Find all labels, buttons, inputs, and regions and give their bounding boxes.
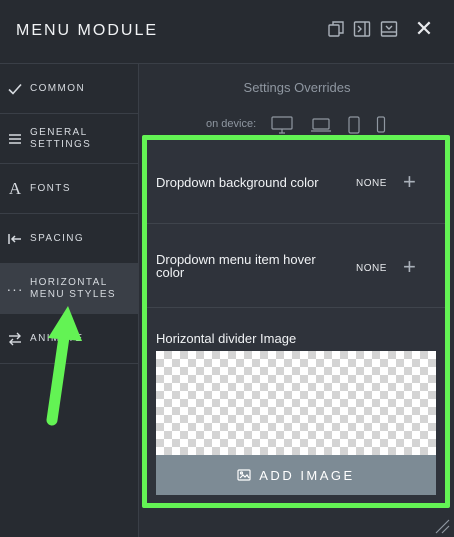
setting-label: Dropdown menu item hover color [156,252,316,280]
laptop-icon[interactable] [310,116,332,134]
dock-icon[interactable] [380,20,398,38]
sidebar-item-label: SPACING [30,232,85,244]
setting-label: Dropdown background color [156,175,319,190]
plus-icon[interactable]: + [403,171,416,193]
device-selector: on device: [140,116,454,134]
sidebar-item-label: HORIZONTAL MENU STYLES [30,276,116,300]
add-image-button[interactable]: ADD IMAGE [156,455,436,495]
module-header: MENU MODULE ✕ [0,0,454,64]
add-image-label: ADD IMAGE [259,467,355,483]
image-preview[interactable]: ADD IMAGE [156,351,436,495]
hamburger-icon [6,130,24,148]
desktop-icon[interactable] [270,116,294,134]
image-icon [237,469,251,481]
resize-handle-icon[interactable] [432,516,450,534]
close-icon[interactable]: ✕ [414,18,434,40]
sidebar-item-label: GENERAL SETTINGS [30,126,92,150]
dots-icon: ··· [6,280,24,297]
divider-image-label: Horizontal divider Image [156,331,297,346]
sidebar-item-fonts[interactable]: A FONTS [0,164,139,214]
settings-sidebar: COMMON GENERAL SETTINGS A FONTS SPACING … [0,64,139,537]
sidebar-item-common[interactable]: COMMON [0,64,139,114]
sidebar-item-horizontal-menu-styles[interactable]: ··· HORIZONTAL MENU STYLES [0,264,139,314]
split-view-icon[interactable] [353,20,371,38]
setting-row-dropdown-bg: Dropdown background color NONE + [147,140,445,224]
sidebar-item-label: FONTS [30,182,71,194]
sidebar-item-spacing[interactable]: SPACING [0,214,139,264]
plus-icon[interactable]: + [403,256,416,278]
check-icon [6,80,24,98]
phone-icon[interactable] [375,116,387,134]
setting-value[interactable]: NONE [356,178,387,189]
sidebar-item-label: ANIMATE [30,332,84,344]
spacing-icon [6,230,24,248]
on-device-label: on device: [206,118,257,130]
sidebar-item-animate[interactable]: ANIMATE [0,314,139,364]
font-icon: A [8,178,22,198]
duplicate-icon[interactable] [327,20,345,38]
module-title: MENU MODULE [16,22,159,39]
tablet-icon[interactable] [347,116,361,134]
settings-overrides-title: Settings Overrides [243,80,351,95]
transparent-image-placeholder[interactable] [156,351,436,455]
setting-row-dropdown-hover: Dropdown menu item hover color NONE + [147,224,445,308]
highlighted-settings-panel: Dropdown background color NONE + Dropdow… [142,135,450,508]
sidebar-item-general-settings[interactable]: GENERAL SETTINGS [0,114,139,164]
animate-icon [6,330,24,348]
sidebar-item-label: COMMON [30,82,86,94]
setting-value[interactable]: NONE [356,263,387,274]
